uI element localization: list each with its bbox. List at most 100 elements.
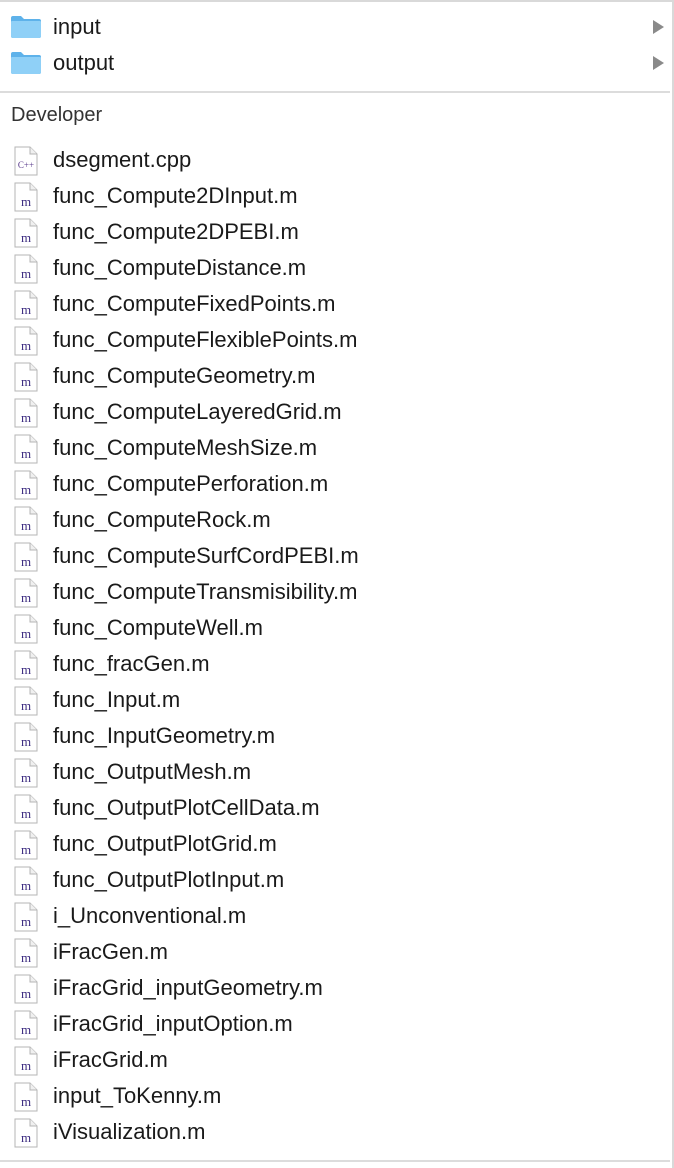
matlab-file-icon: m xyxy=(14,362,38,392)
m-badge: m xyxy=(21,914,31,929)
file-row[interactable]: m func_OutputMesh.m xyxy=(0,754,670,790)
matlab-file-icon: m xyxy=(14,938,38,968)
m-badge: m xyxy=(21,1094,31,1109)
file-row[interactable]: m func_OutputPlotCellData.m xyxy=(0,790,670,826)
file-row[interactable]: m func_Input.m xyxy=(0,682,670,718)
file-row[interactable]: m iVisualization.m xyxy=(0,1114,670,1150)
file-row[interactable]: m func_ComputeFixedPoints.m xyxy=(0,286,670,322)
m-badge: m xyxy=(21,230,31,245)
file-name: func_InputGeometry.m xyxy=(53,723,276,748)
cpp-file-icon: C++ xyxy=(14,146,38,176)
file-name: func_OutputMesh.m xyxy=(53,759,252,784)
matlab-file-icon: m xyxy=(14,722,38,752)
matlab-file-icon: m xyxy=(14,578,38,608)
file-row[interactable]: m func_ComputePerforation.m xyxy=(0,466,670,502)
file-name: func_ComputePerforation.m xyxy=(53,471,329,496)
m-badge: m xyxy=(21,842,31,857)
file-row[interactable]: m func_OutputPlotGrid.m xyxy=(0,826,670,862)
file-name: i_Unconventional.m xyxy=(53,903,247,928)
folder-row-output[interactable]: output xyxy=(0,45,670,81)
file-name: func_OutputPlotCellData.m xyxy=(53,795,320,820)
m-badge: m xyxy=(21,950,31,965)
file-row[interactable]: m func_ComputeFlexiblePoints.m xyxy=(0,322,670,358)
file-name: func_ComputeMeshSize.m xyxy=(53,435,318,460)
file-name: dsegment.cpp xyxy=(53,147,192,172)
matlab-file-icon: m xyxy=(14,218,38,248)
file-name: func_ComputeFlexiblePoints.m xyxy=(53,327,358,352)
m-badge: m xyxy=(21,338,31,353)
file-row[interactable]: m func_ComputeDistance.m xyxy=(0,250,670,286)
file-row[interactable]: m iFracGrid.m xyxy=(0,1042,670,1078)
matlab-file-icon: m xyxy=(14,542,38,572)
file-name: func_OutputPlotGrid.m xyxy=(53,831,277,856)
folder-label: input xyxy=(53,14,101,39)
file-row[interactable]: m func_fracGen.m xyxy=(0,646,670,682)
file-name: func_ComputeRock.m xyxy=(53,507,271,532)
m-badge: m xyxy=(21,878,31,893)
file-row[interactable]: C++ dsegment.cpp xyxy=(0,142,670,178)
m-badge: m xyxy=(21,626,31,641)
m-badge: m xyxy=(21,374,31,389)
file-row[interactable]: m func_ComputeRock.m xyxy=(0,502,670,538)
file-row[interactable]: m input_ToKenny.m xyxy=(0,1078,670,1114)
file-row[interactable]: m i_Unconventional.m xyxy=(0,898,670,934)
matlab-file-icon: m xyxy=(14,290,38,320)
m-badge: m xyxy=(21,1022,31,1037)
file-row[interactable]: m func_ComputeWell.m xyxy=(0,610,670,646)
file-row[interactable]: m func_OutputPlotInput.m xyxy=(0,862,670,898)
file-row[interactable]: m func_ComputeGeometry.m xyxy=(0,358,670,394)
file-row[interactable]: m func_Compute2DPEBI.m xyxy=(0,214,670,250)
matlab-file-icon: m xyxy=(14,1010,38,1040)
file-row[interactable]: m iFracGrid_inputGeometry.m xyxy=(0,970,670,1006)
matlab-file-icon: m xyxy=(14,614,38,644)
m-badge: m xyxy=(21,1130,31,1145)
file-row[interactable]: m func_InputGeometry.m xyxy=(0,718,670,754)
section-divider xyxy=(0,91,670,93)
file-name: iFracGrid_inputOption.m xyxy=(53,1011,293,1036)
file-row[interactable]: m func_ComputeTransmisibility.m xyxy=(0,574,670,610)
file-row[interactable]: m func_ComputeSurfCordPEBI.m xyxy=(0,538,670,574)
file-row[interactable]: m func_Compute2DInput.m xyxy=(0,178,670,214)
file-name: iVisualization.m xyxy=(53,1119,206,1144)
file-row[interactable]: m iFracGrid_inputOption.m xyxy=(0,1006,670,1042)
matlab-file-icon: m xyxy=(14,254,38,284)
file-name: input_ToKenny.m xyxy=(53,1083,222,1108)
file-name: func_Compute2DInput.m xyxy=(53,183,298,208)
file-row[interactable]: m iFracGen.m xyxy=(0,934,670,970)
matlab-file-icon: m xyxy=(14,470,38,500)
file-name: func_ComputeDistance.m xyxy=(53,255,307,280)
folder-row-input[interactable]: input xyxy=(0,9,670,45)
matlab-file-icon: m xyxy=(14,686,38,716)
m-badge: m xyxy=(21,590,31,605)
file-name: iFracGen.m xyxy=(53,939,168,964)
finder-window: input output Developer C++ dsegment.cpp … xyxy=(0,0,674,1168)
m-badge: m xyxy=(21,806,31,821)
matlab-file-icon: m xyxy=(14,398,38,428)
folder-label: output xyxy=(53,50,115,75)
chevron-right-icon[interactable] xyxy=(653,56,664,70)
file-name: func_ComputeWell.m xyxy=(53,615,263,640)
matlab-file-icon: m xyxy=(14,1118,38,1148)
file-name: func_ComputeFixedPoints.m xyxy=(53,291,336,316)
file-name: func_ComputeSurfCordPEBI.m xyxy=(53,543,359,568)
m-badge: m xyxy=(21,482,31,497)
bottom-divider xyxy=(0,1160,670,1162)
m-badge: m xyxy=(21,446,31,461)
chevron-right-icon[interactable] xyxy=(653,20,664,34)
file-row[interactable]: m func_ComputeLayeredGrid.m xyxy=(0,394,670,430)
cpp-badge: C++ xyxy=(18,160,34,170)
matlab-file-icon: m xyxy=(14,1082,38,1112)
file-name: func_ComputeGeometry.m xyxy=(53,363,316,388)
m-badge: m xyxy=(21,194,31,209)
m-badge: m xyxy=(21,734,31,749)
matlab-file-icon: m xyxy=(14,974,38,1004)
file-name: func_OutputPlotInput.m xyxy=(53,867,285,892)
m-badge: m xyxy=(21,266,31,281)
m-badge: m xyxy=(21,986,31,1001)
file-row[interactable]: m func_ComputeMeshSize.m xyxy=(0,430,670,466)
matlab-file-icon: m xyxy=(14,830,38,860)
m-badge: m xyxy=(21,662,31,677)
matlab-file-icon: m xyxy=(14,902,38,932)
matlab-file-icon: m xyxy=(14,434,38,464)
m-badge: m xyxy=(21,698,31,713)
